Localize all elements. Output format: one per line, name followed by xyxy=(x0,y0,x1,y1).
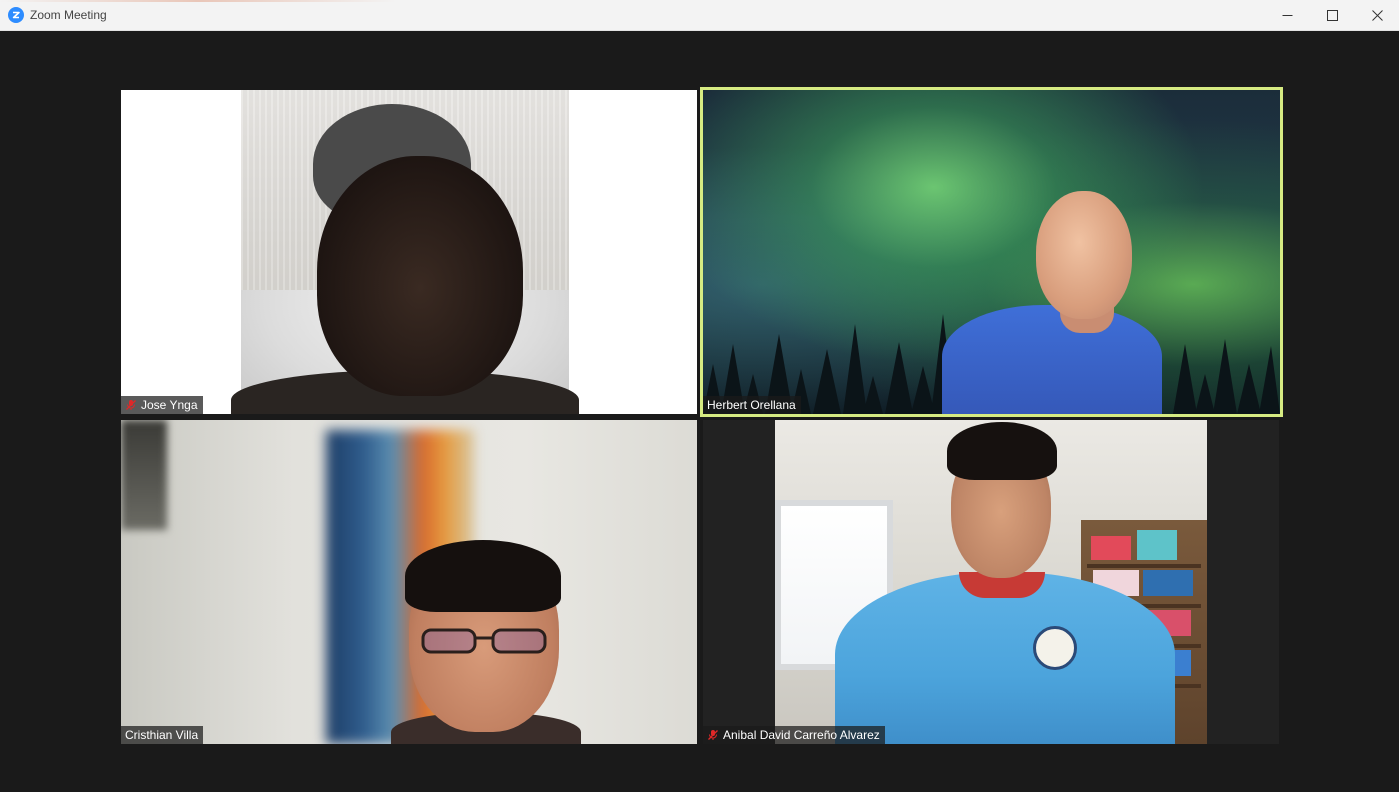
minimize-button[interactable] xyxy=(1264,0,1310,30)
participant-name: Jose Ynga xyxy=(141,398,198,412)
window-titlebar: Zoom Meeting xyxy=(0,0,1399,31)
maximize-icon xyxy=(1326,9,1338,21)
video-feed xyxy=(231,90,579,414)
minimize-icon xyxy=(1282,14,1292,16)
participant-name: Anibal David Carreño Alvarez xyxy=(723,728,880,742)
participant-hair xyxy=(947,422,1057,480)
participant-name: Cristhian Villa xyxy=(125,728,199,742)
video-tile-cristhian-villa[interactable]: Cristhian Villa xyxy=(121,420,697,744)
club-crest-icon xyxy=(1033,626,1077,670)
zoom-logo-icon xyxy=(8,7,24,23)
participant-name-label: Herbert Orellana xyxy=(703,396,801,414)
participant-face xyxy=(1036,191,1132,319)
video-feed xyxy=(775,420,1207,744)
close-button[interactable] xyxy=(1354,0,1399,30)
window-title: Zoom Meeting xyxy=(30,8,107,22)
video-tile-jose-ynga[interactable]: Jose Ynga xyxy=(121,90,697,414)
participant-face xyxy=(317,156,523,396)
titlebar-accent xyxy=(0,0,396,2)
participant-name-label: Jose Ynga xyxy=(121,396,203,414)
participant-name-label: Cristhian Villa xyxy=(121,726,204,744)
participant-hair xyxy=(405,540,561,612)
maximize-button[interactable] xyxy=(1309,0,1355,30)
close-icon xyxy=(1371,9,1383,21)
video-tile-anibal-david-carreno-alvarez[interactable]: Anibal David Carreño Alvarez xyxy=(703,420,1279,744)
microphone-muted-icon xyxy=(126,400,136,410)
blurred-object xyxy=(121,420,167,530)
participant-name-label: Anibal David Carreño Alvarez xyxy=(703,726,885,744)
participant-shirt xyxy=(942,305,1162,417)
glasses-icon xyxy=(421,628,547,654)
participant-name: Herbert Orellana xyxy=(707,398,796,412)
video-tile-herbert-orellana[interactable]: Herbert Orellana xyxy=(700,87,1283,417)
microphone-muted-icon xyxy=(708,730,718,740)
